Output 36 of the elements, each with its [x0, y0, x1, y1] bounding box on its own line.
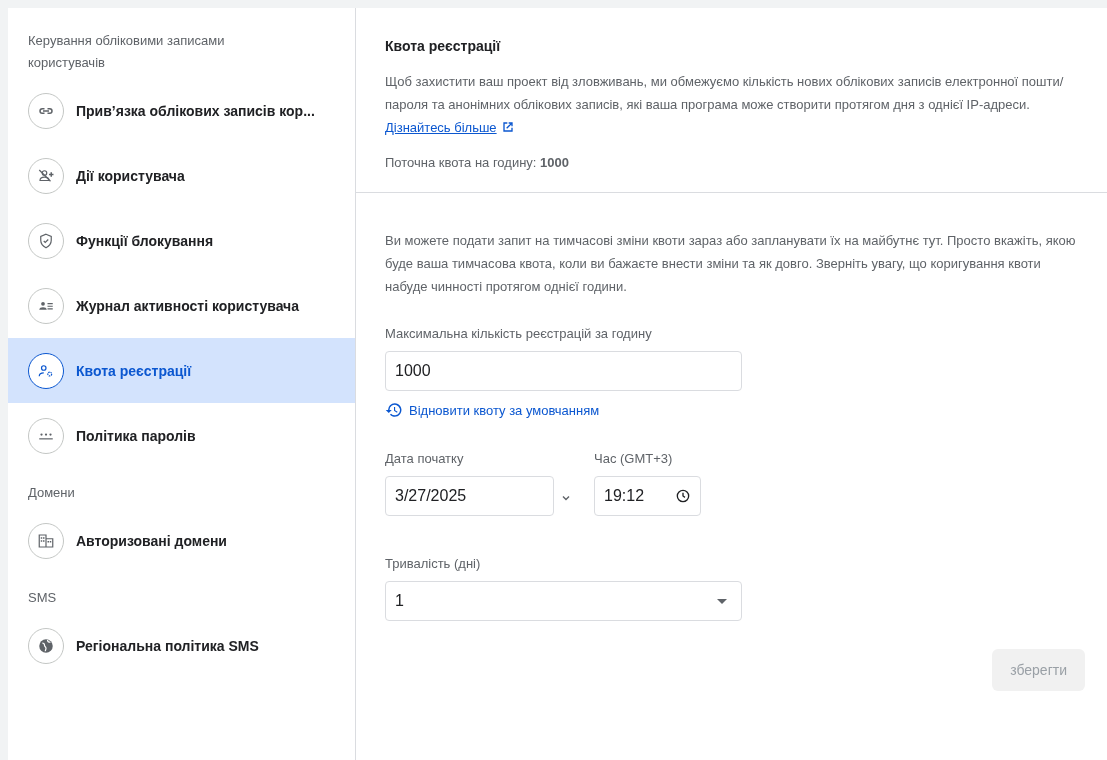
time-field[interactable]: 19:12: [594, 476, 701, 516]
field-label: Дата початку: [385, 451, 465, 466]
max-registrations-field[interactable]: 1000: [385, 351, 742, 391]
sidebar-item[interactable]: Дії користувача: [8, 143, 355, 208]
intro-text: Ви можете подати запит на тимчасові зміни квоти зараз або запланувати їх на майбутнє тут. Просто вкажіть, якою буде ваша тимчасова квота, коли ви бажаєте внести зміни та як довго. Зверніть увагу, що коригування квоти набуде чинності протягом однієї години.: [385, 232, 1077, 296]
user-gear-icon: [28, 352, 64, 389]
field-label: Тривалість (дні): [385, 556, 482, 571]
start-date-field[interactable]: 3/27/2025: [385, 476, 554, 516]
history-icon: [385, 401, 403, 419]
dropdown-arrow-icon: [717, 598, 727, 604]
restore-default-link[interactable]: Відновити квоту за умовчанням: [385, 401, 600, 419]
globe-icon: [28, 627, 64, 664]
clock-icon: [675, 488, 691, 504]
sidebar-heading: SMS: [27, 589, 58, 607]
duration-select[interactable]: 1: [385, 581, 742, 621]
building-icon: [28, 522, 64, 559]
learn-more-link[interactable]: Дізнайтесь більше: [385, 120, 516, 135]
sidebar-item[interactable]: Функції блокування: [8, 208, 355, 273]
user-list-icon: [28, 287, 64, 324]
field-label: Час (GMT+3): [594, 451, 674, 466]
sidebar-item[interactable]: Квота реєстрації: [8, 338, 355, 403]
sidebar-item[interactable]: Журнал активності користувача: [8, 273, 355, 338]
sidebar-item[interactable]: Авторизовані домени: [8, 508, 355, 573]
description-text: Щоб захистити ваш проект від зловживань, ми обмежуємо кількість нових облікових записів електронної пошти/пароля та анонімних облікових записів, які ваша програма може створити протягом дня з однієї IP-адреси. Дізнайтесь більше: [385, 73, 1065, 137]
sidebar-item[interactable]: Прив’язка облікових записів кор...: [8, 78, 355, 143]
sidebar-heading: Домени: [27, 484, 76, 502]
field-label: Максимальна кількість реєстрацій за годину: [385, 326, 653, 341]
sidebar-heading: Керування обліковими записами користувачів: [27, 32, 226, 72]
current-quota-text: Поточна квота на годину: 1000: [385, 154, 570, 172]
sidebar-item[interactable]: Регіональна політика SMS: [8, 613, 355, 678]
shield-icon: [28, 222, 64, 259]
link-icon: [28, 92, 64, 129]
person-off-icon: [28, 157, 64, 194]
section-title: Квота реєстрації: [385, 38, 502, 54]
sidebar-item[interactable]: Політика паролів: [8, 403, 355, 468]
password-icon: [28, 417, 64, 454]
